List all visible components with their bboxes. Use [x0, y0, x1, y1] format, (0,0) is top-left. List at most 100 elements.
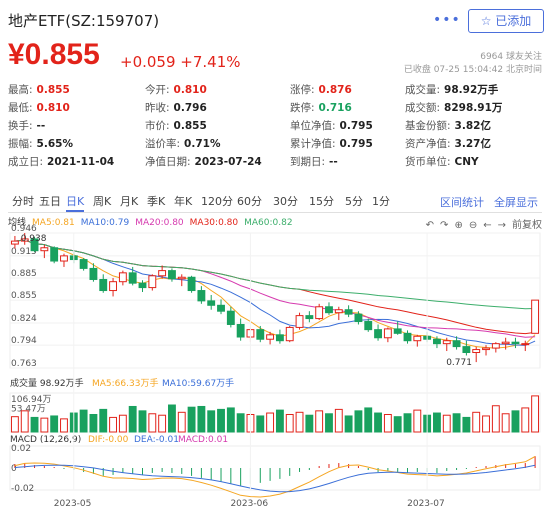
volume-bar [334, 408, 343, 433]
volume-bar [118, 414, 127, 433]
date-label: 2023-06 [230, 499, 268, 509]
volume-axis-label: 106.94万 [11, 395, 52, 405]
candle-body [236, 323, 245, 338]
candle-body [315, 306, 324, 320]
candle-body [187, 276, 196, 292]
volume-bar [148, 413, 157, 433]
volume-bar [511, 410, 520, 433]
volume-bar [521, 407, 530, 433]
candle-body [118, 272, 127, 283]
candle-body [472, 349, 481, 354]
volume-bar [197, 405, 206, 433]
candle-body [89, 267, 98, 280]
date-label: 2023-07 [407, 499, 445, 509]
volume-bar [30, 416, 39, 433]
kline-chart[interactable]: 0.9460.9150.8850.8550.8240.7940.7630.938… [0, 0, 550, 515]
macd-axis-label: -0.02 [11, 484, 34, 494]
candle-body [433, 338, 441, 345]
volume-bar [344, 415, 353, 433]
candle-body [158, 270, 167, 277]
candle-body [403, 332, 412, 342]
candle-body [128, 272, 137, 284]
candle-body [197, 290, 206, 302]
volume-bar [109, 416, 117, 433]
macd-legend-macd: MACD:0.01 [178, 435, 228, 445]
volume-bar [128, 405, 137, 433]
candle-body [511, 341, 520, 345]
volume-bar [158, 414, 167, 433]
volume-bar [226, 407, 235, 433]
candle-body [79, 259, 88, 269]
volume-bar [207, 410, 216, 433]
volume-bar [138, 410, 147, 433]
volume-bar [531, 395, 540, 433]
candle-body [452, 340, 461, 348]
candle-body [168, 270, 176, 280]
candle-body [148, 275, 157, 289]
volume-bar [442, 414, 451, 433]
candle-body [442, 340, 451, 345]
high-annotation: 0.938 [21, 234, 47, 244]
volume-bar [168, 404, 176, 433]
volume-bar [374, 412, 382, 433]
volume-bar [482, 415, 490, 433]
volume-bar [295, 411, 304, 433]
candle-body [217, 304, 225, 312]
candle-body [177, 276, 186, 280]
date-label: 2023-05 [54, 499, 92, 509]
volume-bar [383, 413, 392, 433]
volume-bar [177, 411, 186, 433]
macd-panel-frame [9, 445, 541, 491]
candle-body [99, 278, 108, 292]
candle-body [354, 313, 363, 323]
candle-body [344, 309, 353, 315]
candle-body [275, 334, 284, 342]
price-axis-label: 0.794 [11, 336, 37, 346]
volume-bar [99, 408, 108, 433]
volume-bar [20, 410, 29, 433]
volume-bar [403, 413, 412, 433]
volume-bar [472, 411, 481, 433]
candle-body [285, 326, 294, 342]
candle-body [207, 300, 216, 306]
volume-bar [256, 415, 265, 433]
volume-bar [285, 413, 294, 433]
volume-bar [413, 409, 422, 433]
candle-body [462, 346, 471, 354]
candle-body [305, 315, 314, 320]
volume-bar [325, 413, 333, 433]
volume-bar [275, 409, 284, 433]
candle-body [413, 335, 422, 342]
volume-bar [364, 407, 373, 433]
volume-bar [433, 412, 441, 433]
price-axis-label: 0.824 [11, 314, 37, 324]
volume-bar [236, 413, 245, 433]
price-axis-label: 0.946 [11, 224, 37, 234]
volume-bar [10, 416, 19, 433]
candle-body [325, 306, 333, 314]
candle-body [334, 309, 343, 314]
candle-body [60, 255, 68, 262]
candle-body [393, 328, 402, 334]
candle-body [501, 341, 510, 345]
volume-bar [79, 409, 88, 433]
price-axis-label: 0.855 [11, 291, 37, 301]
ma30-line [14, 239, 536, 335]
candle-body [364, 321, 373, 331]
volume-bar [217, 408, 225, 433]
macd-axis-label: 0.02 [11, 444, 31, 454]
volume-bar [393, 416, 402, 433]
price-axis-label: 0.885 [11, 269, 37, 279]
candle-body [482, 347, 490, 351]
candle-body [10, 240, 19, 245]
volume-bar [354, 410, 363, 433]
candle-body [531, 299, 540, 334]
macd-legend-dea: DEA:-0.01 [134, 435, 179, 445]
candle-body [383, 328, 392, 339]
candle-body [40, 247, 49, 252]
macd-legend-dif: DIF:-0.00 [88, 435, 129, 445]
volume-bar [491, 405, 500, 433]
volume-bar [187, 406, 196, 433]
volume-bar [501, 413, 510, 433]
price-axis-label: 0.763 [11, 359, 37, 369]
